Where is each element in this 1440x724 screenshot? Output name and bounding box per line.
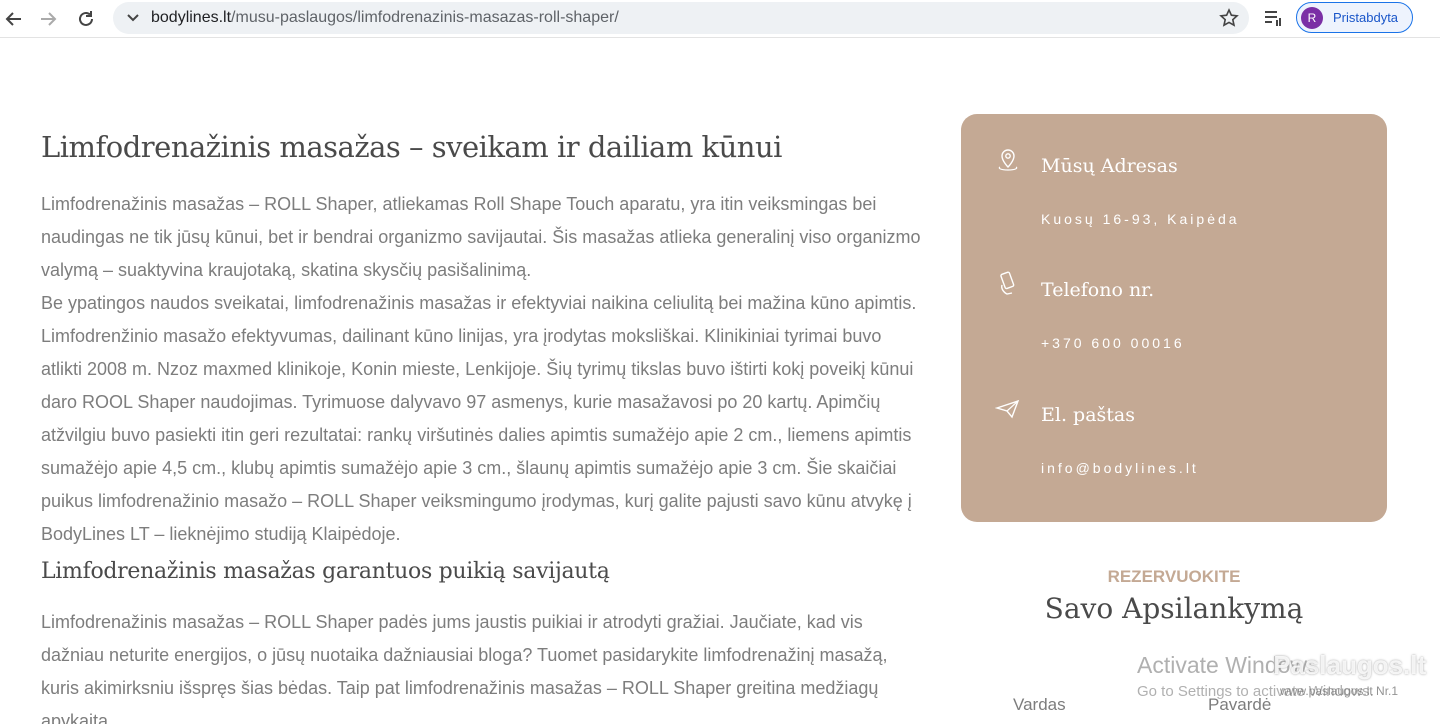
phone-value[interactable]: +370 600 00016 [1041,335,1185,351]
reservation-kicker: REZERVUOKITE [1107,567,1241,586]
chevron-down-icon[interactable] [123,8,143,28]
address-value: Kuosų 16-93, Kaipėda [1041,211,1240,227]
url-host: bodylines.lt [151,9,232,26]
reload-button[interactable] [72,5,100,33]
article-content: Limfodrenažinis masažas – sveikam ir dai… [41,130,926,724]
email-value[interactable]: info@bodylines.lt [1041,460,1199,476]
url-path: /musu-paslaugos/limfodrenazinis-masazas-… [231,9,619,26]
location-pin-icon [998,149,1018,171]
back-icon [5,12,21,26]
back-button[interactable] [0,5,28,33]
name-field-label: Vardas [1013,695,1066,714]
article-paragraph: Limfodrenažinis masažas – ROLL Shaper pa… [41,612,888,724]
address-heading: Mūsų Adresas [1041,155,1178,177]
article-paragraph: Limfodrenažinis masažas – ROLL Shaper, a… [41,194,921,280]
url-text[interactable]: bodylines.lt/musu-paslaugos/limfodrenazi… [151,9,619,27]
avatar: R [1301,7,1323,29]
watermark-logo: Paslaugos.lt [1273,650,1427,680]
phone-heading: Telefono nr. [1041,279,1155,301]
forward-icon [41,12,57,26]
profile-status-label: Pristabdyta [1333,10,1399,25]
reading-list-icon[interactable] [1262,7,1284,29]
paper-plane-icon [995,399,1020,419]
forward-button[interactable] [34,5,62,33]
phone-hand-icon [1000,271,1015,295]
email-heading: El. paštas [1041,404,1135,426]
section-heading: Limfodrenažinis masažas garantuos puikią… [41,559,610,584]
star-icon[interactable] [1219,8,1239,28]
reservation-title: Savo Apsilankymą [1044,592,1304,625]
profile-button[interactable]: R Pristabdyta [1296,2,1413,33]
article-paragraph: Be ypatingos naudos sveikatai, limfodren… [41,293,917,544]
reload-icon [79,11,93,26]
page-title: Limfodrenažinis masažas – sveikam ir dai… [41,130,782,164]
browser-toolbar: bodylines.lt/musu-paslaugos/limfodrenazi… [0,0,1440,38]
watermark-caption: www.paslaugos.lt Nr.1 [1280,684,1399,698]
contact-card: Mūsų Adresas Kuosų 16-93, Kaipėda Telefo… [961,114,1387,522]
address-bar[interactable]: bodylines.lt/musu-paslaugos/limfodrenazi… [113,2,1249,34]
